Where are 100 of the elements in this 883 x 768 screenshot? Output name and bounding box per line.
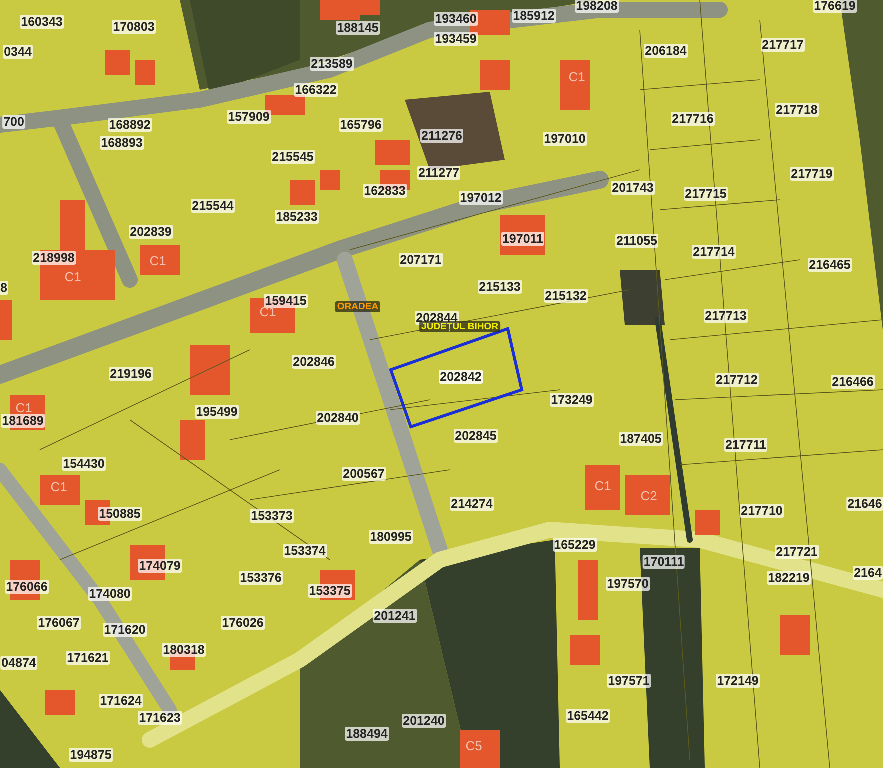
county-name: JUDEȚUL BIHOR (420, 322, 500, 332)
building-code: C1 (50, 480, 68, 494)
parcel-number: 153374 (283, 544, 327, 558)
parcel-number: 21646 (846, 497, 883, 511)
building-code: C1 (150, 254, 166, 268)
parcel-number: 700 (2, 115, 26, 129)
parcel-number: 211055 (615, 234, 659, 248)
parcel-number: 173249 (550, 393, 594, 407)
parcel-number: 182219 (767, 571, 811, 585)
parcel-number: 176067 (37, 616, 81, 630)
parcel-number: 202839 (129, 225, 173, 239)
parcel-number: 217714 (692, 245, 736, 259)
parcel-number: 176066 (5, 580, 49, 594)
parcel-number: 217716 (671, 112, 715, 126)
building-code: C5 (466, 738, 482, 754)
parcel-number: 172149 (716, 674, 760, 688)
parcel-number: 217711 (724, 438, 768, 452)
parcel-number: 211276 (420, 129, 464, 143)
parcel-number: 193459 (434, 32, 478, 46)
parcel-number: 201241 (373, 609, 417, 623)
building-code: C1 (64, 270, 82, 284)
parcel-number: 202840 (316, 411, 360, 425)
parcel-number: 215544 (191, 199, 235, 213)
parcel-number: 153375 (308, 584, 352, 598)
parcel-number: 180995 (369, 530, 413, 544)
parcel-number: 194875 (69, 748, 113, 762)
parcel-number: 0344 (3, 45, 33, 59)
parcel-number: 216465 (808, 258, 852, 272)
parcel-number: 176026 (221, 616, 265, 630)
parcel-number: 201743 (611, 181, 655, 195)
parcel-number: 166322 (294, 83, 338, 97)
parcel-number: 188494 (345, 727, 389, 741)
parcel-number: 214274 (450, 497, 494, 511)
parcel-number: 04874 (0, 656, 38, 670)
parcel-number: 197010 (543, 132, 587, 146)
parcel-number: 188145 (336, 21, 380, 35)
parcel-number: 216466 (831, 375, 875, 389)
parcel-number: 165229 (553, 538, 597, 552)
parcel-number: 217719 (790, 167, 834, 181)
parcel-number: 159415 (264, 294, 308, 308)
parcel-number: 174080 (88, 587, 132, 601)
parcel-number: 2164 (853, 566, 883, 580)
parcel-number: 165442 (566, 709, 610, 723)
parcel-number: 165796 (339, 118, 383, 132)
parcel-number: 215132 (544, 289, 588, 303)
parcel-number: 181689 (1, 414, 45, 428)
parcel-number: 185912 (512, 9, 556, 23)
parcel-number: 218998 (32, 251, 76, 265)
parcel-number: 201240 (402, 714, 446, 728)
parcel-number: 202846 (292, 355, 336, 369)
parcel-number: 206184 (644, 44, 688, 58)
parcel-number: 176619 (813, 0, 857, 13)
parcel-number: 217717 (761, 38, 805, 52)
parcel-number: 213589 (310, 57, 354, 71)
parcel-number: 200567 (342, 467, 386, 481)
building-code: C1 (594, 478, 612, 494)
parcel-number: 197570 (606, 577, 650, 591)
parcel-number: 217710 (740, 504, 784, 518)
parcel-number: 217721 (775, 545, 819, 559)
city-name: ORADEA (335, 302, 381, 312)
parcel-number: 217715 (684, 187, 728, 201)
parcel-number: 160343 (20, 15, 64, 29)
parcel-number: 170803 (112, 20, 156, 34)
parcel-number: 219196 (109, 367, 153, 381)
parcel-number: 202842 (439, 370, 483, 384)
parcel-number: 217712 (715, 373, 759, 387)
building-code: C1 (568, 70, 586, 84)
parcel-number: 197012 (459, 191, 503, 205)
building-code: C2 (640, 488, 658, 504)
parcel-number: 162833 (363, 184, 407, 198)
parcel-number: 150885 (98, 507, 142, 521)
parcel-number: 168892 (108, 118, 152, 132)
parcel-number: 171621 (66, 651, 110, 665)
parcel-number: 211277 (417, 166, 461, 180)
parcel-number: 157909 (227, 110, 271, 124)
parcel-number: 171624 (99, 694, 143, 708)
parcel-number: 180318 (162, 643, 206, 657)
building-code: C1 (16, 400, 32, 416)
parcel-number: 195499 (195, 405, 239, 419)
parcel-number: 207171 (399, 253, 443, 267)
parcel-number: 198208 (575, 0, 619, 13)
parcel-number: 168893 (100, 136, 144, 150)
parcel-number: 187405 (619, 432, 663, 446)
parcel-number: 202845 (454, 429, 498, 443)
parcel-number: 174079 (138, 559, 182, 573)
parcel-number: 215545 (271, 150, 315, 164)
parcel-number: 217713 (704, 309, 748, 323)
parcel-number: 217718 (775, 103, 819, 117)
parcel-number: 171623 (138, 711, 182, 725)
parcel-number: 193460 (434, 12, 478, 26)
parcel-number: 197011 (501, 232, 545, 246)
parcel-number: 8 (0, 281, 8, 295)
parcel-number: 153376 (239, 571, 283, 585)
parcel-number: 215133 (478, 280, 522, 294)
parcel-number: 185233 (275, 210, 319, 224)
parcel-number: 197571 (607, 674, 651, 688)
parcel-number: 171620 (103, 623, 147, 637)
parcel-number: 170111 (642, 555, 686, 569)
parcel-number: 153373 (250, 509, 294, 523)
parcel-number: 154430 (62, 457, 106, 471)
